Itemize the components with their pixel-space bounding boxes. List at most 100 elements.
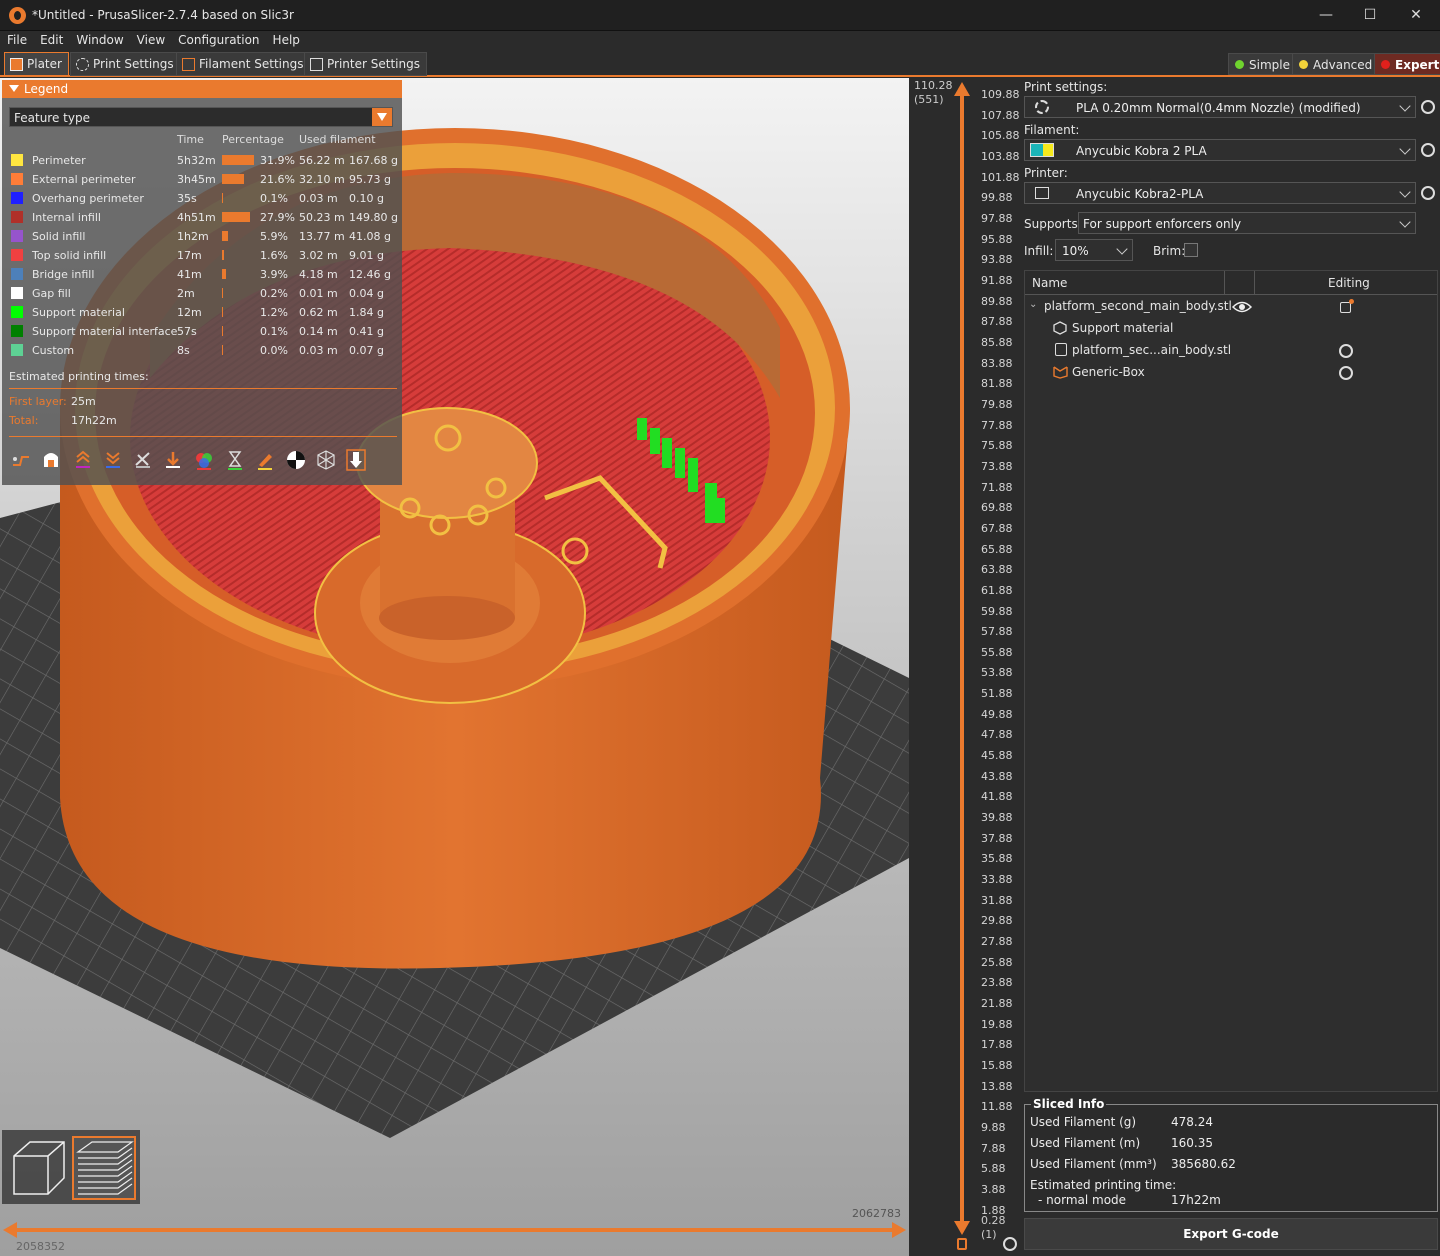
- part-row[interactable]: platform_sec...ain_body.stl: [1051, 343, 1431, 363]
- legend-len: 0.03 m: [299, 344, 338, 357]
- vertical-slider-track[interactable]: [960, 90, 964, 1225]
- legend-row[interactable]: Perimeter 5h32m 31.9% 56.22 m 167.68 g: [2, 152, 402, 171]
- layer-tick-label: 15.88: [981, 1059, 1013, 1073]
- tab-print-settings[interactable]: Print Settings: [70, 52, 181, 76]
- printer-edit-icon[interactable]: [1421, 186, 1435, 200]
- supports-select[interactable]: For support enforcers only: [1078, 212, 1416, 234]
- legend-row[interactable]: External perimeter 3h45m 21.6% 32.10 m 95.73…: [2, 171, 402, 190]
- filament-edit-icon[interactable]: [1421, 143, 1435, 157]
- support-material-row[interactable]: Support material: [1051, 321, 1431, 341]
- layer-tick-label: 99.88: [981, 191, 1013, 205]
- deretractions-icon[interactable]: [102, 449, 124, 471]
- tab-print-settings-label: Print Settings: [93, 57, 174, 71]
- custom-gcode-icon[interactable]: [254, 449, 276, 471]
- tab-printer-settings-label: Printer Settings: [327, 57, 420, 71]
- tab-printer-settings[interactable]: Printer Settings: [304, 52, 427, 76]
- printer-profile-select[interactable]: Anycubic Kobra2-PLA: [1024, 182, 1416, 204]
- legend-header[interactable]: Legend: [2, 80, 402, 98]
- vertical-slider-lower-thumb[interactable]: [954, 1221, 970, 1235]
- legend-row[interactable]: Support material interface 57s 0.1% 0.14 m 0…: [2, 323, 402, 342]
- legend-row[interactable]: Custom 8s 0.0% 0.03 m 0.07 g: [2, 342, 402, 361]
- object-settings-icon[interactable]: [1340, 299, 1354, 313]
- menu-bar: File Edit Window View Configuration Help: [0, 31, 1440, 51]
- shells-icon[interactable]: [315, 449, 337, 471]
- legend-row[interactable]: Internal infill 4h51m 27.9% 50.23 m 149.80 g: [2, 209, 402, 228]
- legend-pct: 31.9%: [260, 154, 295, 167]
- maximize-button[interactable]: ☐: [1347, 0, 1393, 31]
- menu-help[interactable]: Help: [266, 31, 306, 47]
- horizontal-slider[interactable]: 2062783 2058352: [0, 1204, 909, 1256]
- color-changes-icon[interactable]: [193, 449, 215, 471]
- legend-len: 56.22 m: [299, 154, 345, 167]
- object-row[interactable]: ⌄ platform_second_main_body.stl: [1029, 299, 1433, 319]
- layer-tick-label: 29.88: [981, 914, 1013, 928]
- title-bar: *Untitled - PrusaSlicer-2.7.4 based on S…: [0, 0, 1440, 31]
- mode-simple-button[interactable]: Simple: [1228, 53, 1297, 75]
- legend-row[interactable]: Gap fill 2m 0.2% 0.01 m 0.04 g: [2, 285, 402, 304]
- menu-view[interactable]: View: [130, 31, 171, 47]
- col-used-filament: Used filament: [299, 133, 376, 146]
- horizontal-slider-lower-thumb[interactable]: [3, 1222, 17, 1238]
- legend-weight: 0.41 g: [349, 325, 384, 338]
- horizontal-slider-upper-thumb[interactable]: [892, 1222, 906, 1238]
- legend-row[interactable]: Bridge infill 41m 3.9% 4.18 m 12.46 g: [2, 266, 402, 285]
- part-settings-icon[interactable]: [1339, 344, 1353, 358]
- tab-filament-settings[interactable]: Filament Settings: [176, 52, 311, 76]
- modifier-settings-icon[interactable]: [1339, 366, 1353, 380]
- filament-label: Filament:: [1024, 123, 1080, 137]
- menu-edit[interactable]: Edit: [33, 31, 69, 47]
- mode-advanced-button[interactable]: Advanced: [1292, 53, 1380, 75]
- used-filament-mm3-value: 385680.62: [1171, 1157, 1236, 1171]
- preview-button[interactable]: [72, 1136, 136, 1200]
- legend-len: 0.62 m: [299, 306, 338, 319]
- tool-marker-icon[interactable]: [345, 449, 367, 471]
- percentage-bar: [222, 288, 223, 298]
- mode-expert-button[interactable]: Expert: [1374, 53, 1440, 75]
- modifier-row[interactable]: Generic-Box: [1051, 365, 1431, 385]
- chevron-down-icon[interactable]: ⌄: [1029, 299, 1037, 310]
- percentage-bar: [222, 269, 226, 279]
- filament-color-swatch: [1030, 143, 1054, 157]
- print-settings-edit-icon[interactable]: [1421, 100, 1435, 114]
- 3d-view-button[interactable]: [8, 1138, 68, 1198]
- close-button[interactable]: ✕: [1393, 0, 1439, 31]
- legend-row[interactable]: Top solid infill 17m 1.6% 3.02 m 9.01 g: [2, 247, 402, 266]
- view-type-select[interactable]: Feature type: [9, 107, 393, 127]
- col-percentage: Percentage: [222, 133, 284, 146]
- travel-toggle-icon[interactable]: [10, 449, 32, 471]
- legend-row[interactable]: Solid infill 1h2m 5.9% 13.77 m 41.08 g: [2, 228, 402, 247]
- seams-icon[interactable]: [132, 449, 154, 471]
- filament-profile-select[interactable]: Anycubic Kobra 2 PLA: [1024, 139, 1416, 161]
- legend-time: 5h32m: [177, 154, 216, 167]
- retractions-icon[interactable]: [72, 449, 94, 471]
- pause-prints-icon[interactable]: [224, 449, 246, 471]
- menu-window[interactable]: Window: [69, 31, 129, 47]
- legend-weight: 167.68 g: [349, 154, 398, 167]
- print-profile-select[interactable]: PLA 0.20mm Normal⟨0.4mm Nozzle⟩ (modifie…: [1024, 96, 1416, 118]
- vertical-slider-top-value: 110.28: [914, 79, 953, 92]
- vertical-slider-upper-thumb[interactable]: [954, 82, 970, 96]
- layer-tick-label: 47.88: [981, 728, 1013, 742]
- brim-checkbox[interactable]: [1184, 243, 1198, 257]
- export-gcode-button[interactable]: Export G-code: [1024, 1218, 1438, 1250]
- tab-plater[interactable]: Plater: [4, 52, 69, 76]
- center-of-gravity-icon[interactable]: [285, 449, 307, 471]
- col-editing-header[interactable]: Editing: [1328, 276, 1370, 290]
- layer-tick-label: 77.88: [981, 418, 1013, 432]
- mode-expert-label: Expert: [1395, 58, 1440, 72]
- menu-configuration[interactable]: Configuration: [171, 31, 265, 47]
- wipe-toggle-icon[interactable]: [40, 449, 62, 471]
- cog-icon[interactable]: [1003, 1237, 1017, 1251]
- minimize-button[interactable]: —: [1303, 0, 1349, 31]
- col-name-header[interactable]: Name: [1032, 276, 1067, 290]
- infill-select[interactable]: 10%: [1055, 239, 1133, 261]
- tool-changes-icon[interactable]: [162, 449, 184, 471]
- legend-row[interactable]: Support material 12m 1.2% 0.62 m 1.84 g: [2, 304, 402, 323]
- simple-dot-icon: [1235, 60, 1244, 69]
- lock-icon[interactable]: [957, 1238, 967, 1250]
- legend-row[interactable]: Overhang perimeter 35s 0.1% 0.03 m 0.10 g: [2, 190, 402, 209]
- cog-icon: [76, 58, 89, 71]
- horizontal-slider-track[interactable]: [10, 1228, 900, 1232]
- eye-icon[interactable]: [1232, 300, 1252, 314]
- menu-file[interactable]: File: [0, 31, 33, 47]
